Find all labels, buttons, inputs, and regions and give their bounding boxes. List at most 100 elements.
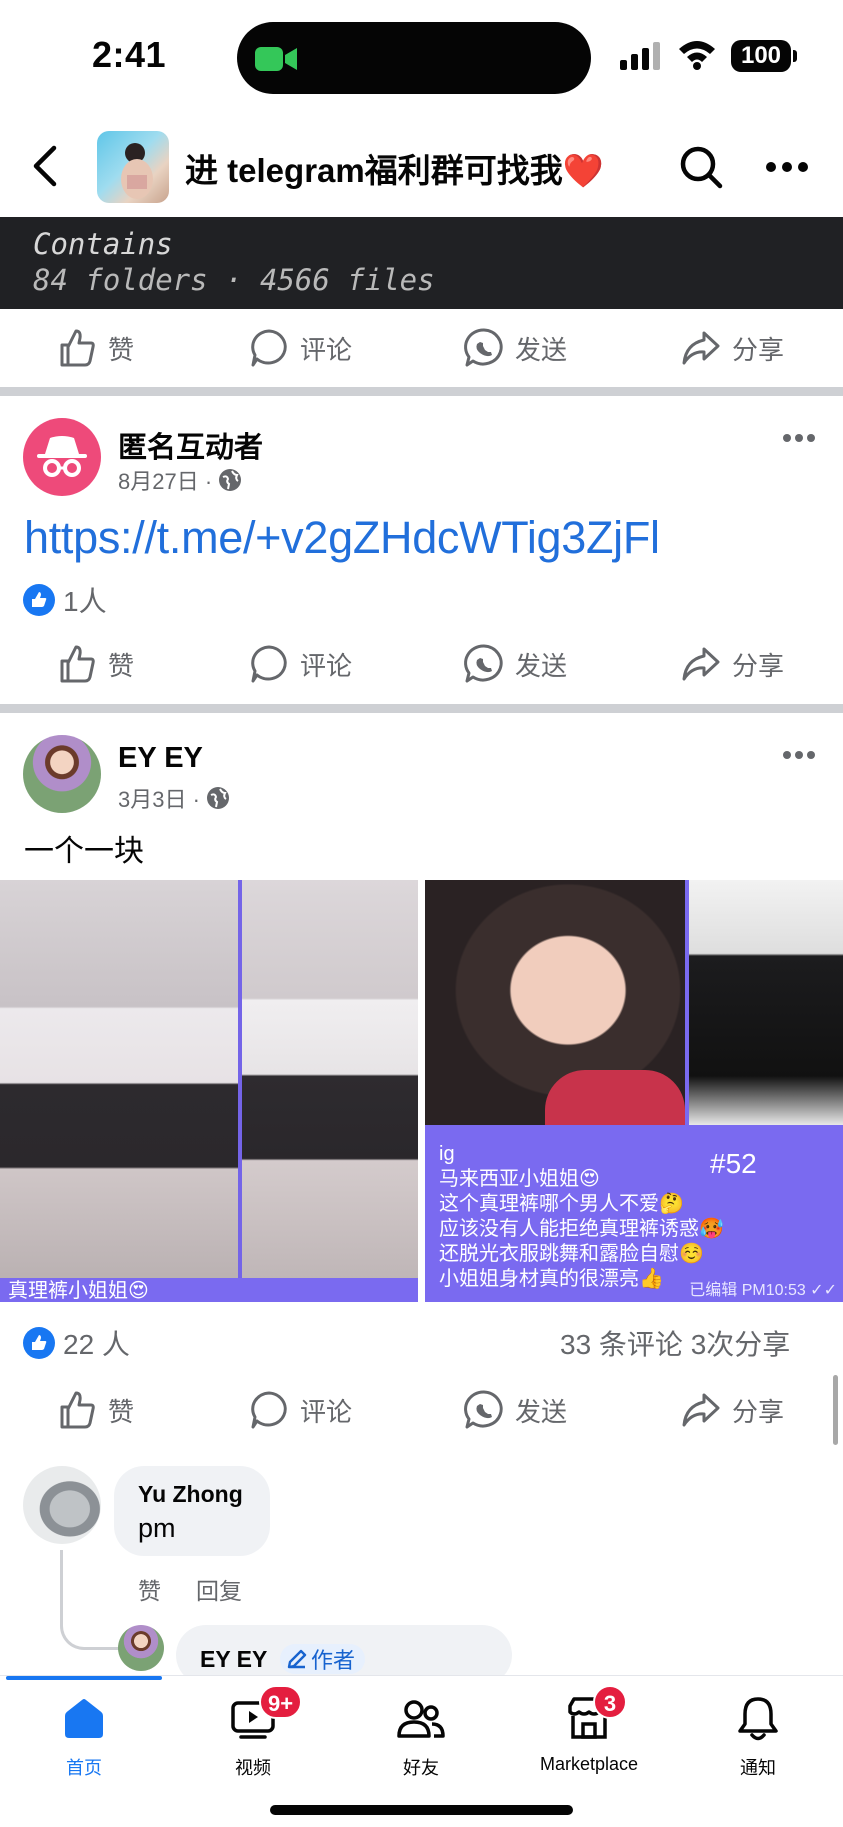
reply-author-avatar[interactable]: [118, 1625, 164, 1671]
commenter-avatar[interactable]: [23, 1466, 101, 1544]
reply-author[interactable]: EY EY: [200, 1646, 267, 1673]
cellular-signal-icon: [620, 42, 660, 70]
like-button[interactable]: 赞: [56, 626, 134, 702]
tab-video[interactable]: 视频 9+: [178, 1685, 328, 1782]
send-label: 发送: [515, 1396, 568, 1427]
comment-reply-button[interactable]: 回复: [196, 1572, 242, 1606]
caption-line: 这个真理裤哪个男人不爱🤔: [439, 1193, 684, 1215]
share-arrow-icon: [682, 647, 720, 681]
tab-marketplace[interactable]: Marketplace 3: [514, 1685, 664, 1782]
tab-label: 好友: [403, 1758, 439, 1778]
post-meta: 8月27日 ·: [118, 464, 242, 496]
author-badge-label: 作者: [311, 1648, 356, 1673]
reply-thread-line: [60, 1550, 120, 1650]
anonymous-member-avatar[interactable]: [23, 418, 101, 496]
comment-label: 评论: [300, 650, 353, 681]
group-avatar-image: [121, 143, 153, 199]
active-tab-indicator: [6, 1676, 162, 1680]
tab-notifications[interactable]: 通知: [683, 1686, 833, 1782]
photo-edited-label: 已编辑 PM10:53 ✓✓: [689, 1282, 837, 1299]
comment-button[interactable]: 评论: [248, 626, 352, 702]
tab-friends[interactable]: 好友: [346, 1686, 496, 1782]
caption-line: 还脱光衣服跳舞和露脸自慰☺️: [439, 1243, 704, 1265]
back-arrow-icon[interactable]: [30, 144, 60, 188]
thumbs-up-icon: [60, 329, 95, 367]
post-meta: 3月3日 ·: [118, 782, 230, 814]
photo-caption-strip: 真理裤小姐姐😍: [0, 1278, 418, 1302]
globe-icon: [206, 787, 229, 809]
like-button[interactable]: 赞: [56, 310, 134, 386]
notification-badge: 9+: [259, 1685, 303, 1719]
reaction-count: 1人: [63, 586, 107, 617]
post-date: 8月27日 ·: [118, 469, 213, 494]
comment-author[interactable]: Yu Zhong: [138, 1481, 243, 1508]
tab-label: Marketplace: [539, 1754, 639, 1774]
reaction-summary[interactable]: 22 人: [23, 1323, 130, 1363]
pencil-icon: [287, 1649, 307, 1669]
share-label: 分享: [732, 1396, 785, 1427]
comment-text: pm: [138, 1513, 176, 1543]
group-title[interactable]: 进 telegram福利群可找我❤️: [185, 144, 604, 192]
send-button[interactable]: 发送: [463, 1372, 567, 1448]
bell-icon: [738, 1697, 778, 1741]
search-icon[interactable]: [678, 144, 724, 190]
post-more-icon[interactable]: [782, 433, 816, 443]
comment-like-button[interactable]: 赞: [138, 1572, 161, 1606]
comment-icon: [251, 645, 287, 683]
camera-indicator-icon: [255, 47, 297, 71]
share-button[interactable]: 分享: [680, 1372, 784, 1448]
like-label: 赞: [108, 1396, 135, 1427]
comment-share-stats[interactable]: 33 条评论 3次分享: [560, 1323, 790, 1363]
reaction-summary[interactable]: 1人: [23, 580, 107, 620]
like-reaction-icon: [23, 584, 55, 616]
tab-home[interactable]: 首页: [9, 1686, 159, 1782]
home-indicator[interactable]: [270, 1805, 573, 1815]
author-badge: 作者: [280, 1644, 366, 1674]
caption-line: 小姐姐身材真的很漂亮👍: [439, 1268, 664, 1290]
share-arrow-icon: [682, 1393, 720, 1427]
caption-line: ig: [439, 1143, 455, 1165]
messenger-send-icon: [464, 644, 503, 683]
post-more-icon[interactable]: [782, 750, 816, 760]
post-photo-right[interactable]: ig 马来西亚小姐姐😍 这个真理裤哪个男人不爱🤔 应该没有人能拒绝真理裤诱惑🥵 …: [425, 880, 843, 1302]
caption-line: 应该没有人能拒绝真理裤诱惑🥵: [439, 1218, 724, 1240]
wifi-icon: [679, 41, 715, 70]
tab-label: 视频: [235, 1758, 271, 1778]
photo-caption: ig 马来西亚小姐姐😍 这个真理裤哪个男人不爱🤔 应该没有人能拒绝真理裤诱惑🥵 …: [439, 1142, 724, 1292]
heart-emoji: ❤️: [562, 152, 604, 189]
comment-label: 评论: [300, 1396, 353, 1427]
post-separator: [0, 704, 843, 713]
post-author[interactable]: 匿名互动者: [118, 424, 263, 466]
post2-action-bar: 赞 评论 发送 分享: [0, 1372, 843, 1448]
tab-label: 首页: [66, 1758, 102, 1778]
group-avatar[interactable]: [97, 131, 169, 203]
send-label: 发送: [515, 650, 568, 681]
post-photo-left[interactable]: 真理裤小姐姐😍: [0, 880, 418, 1302]
share-button[interactable]: 分享: [680, 310, 784, 386]
send-label: 发送: [515, 334, 568, 365]
like-button[interactable]: 赞: [56, 1372, 134, 1448]
more-options-icon[interactable]: [764, 160, 810, 174]
group-title-text: 进 telegram福利群可找我: [185, 152, 563, 189]
home-icon: [65, 1699, 103, 1738]
post-author[interactable]: EY EY: [118, 742, 203, 775]
post-text: 一个一块: [24, 835, 144, 868]
status-time: 2:41: [92, 34, 167, 75]
send-button[interactable]: 发送: [463, 626, 567, 702]
share-button[interactable]: 分享: [680, 626, 784, 702]
group-header: 进 telegram福利群可找我❤️: [0, 118, 843, 214]
link-preview-banner[interactable]: Contains 84 folders · 4566 files: [0, 217, 843, 309]
thumbs-up-icon: [60, 1391, 95, 1429]
author-avatar[interactable]: [23, 735, 101, 813]
send-button[interactable]: 发送: [463, 310, 567, 386]
comment-button[interactable]: 评论: [248, 310, 352, 386]
like-reaction-icon: [23, 1327, 55, 1359]
photo-tag: #52: [710, 1148, 757, 1179]
share-label: 分享: [732, 650, 785, 681]
photo-panel: [689, 880, 843, 1125]
comment-button[interactable]: 评论: [248, 1372, 352, 1448]
like-label: 赞: [108, 650, 135, 681]
friends-icon: [397, 1700, 445, 1738]
post-link[interactable]: https://t.me/+v2gZHdcWTig3ZjFl: [24, 512, 660, 564]
share-arrow-icon: [682, 331, 720, 365]
